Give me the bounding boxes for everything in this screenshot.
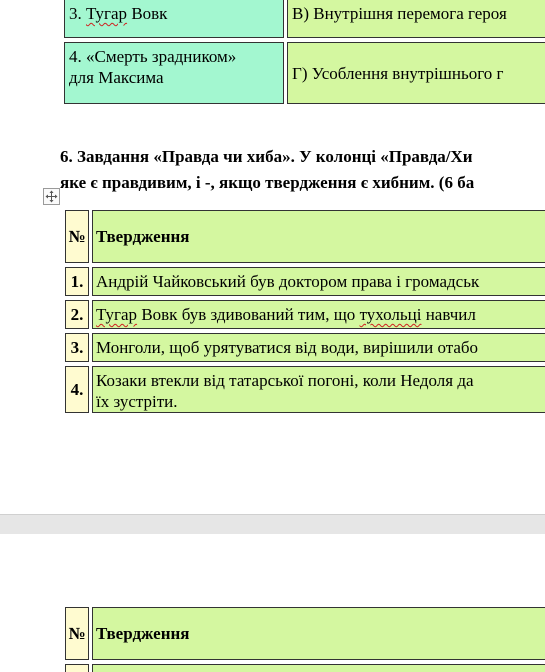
row-number-cell-partial — [65, 664, 89, 672]
row-number-3: 3. — [65, 333, 89, 362]
task-6-heading-line-1: 6. Завдання «Правда чи хиба». У колонці … — [60, 147, 473, 166]
row-number-4: 4. — [65, 366, 89, 413]
statement-text-4: Козаки втекли від татарської погоні, кол… — [92, 366, 545, 413]
statement-text-3: Монголи, щоб урятуватися від води, виріш… — [92, 333, 545, 362]
statement-text-2: Тугар Вовк був здивований тим, що тухоль… — [92, 300, 545, 329]
spelling-flag: Тугар — [96, 305, 138, 324]
statement-cell-partial — [92, 664, 545, 672]
matching-right-cell-g: Г) Усоблення внутрішнього г — [287, 42, 545, 104]
matching-right-cell-v: В) Внутрішня перемога героя — [287, 0, 545, 38]
table-move-handle-icon[interactable] — [43, 188, 60, 205]
statement-text-1: Андрій Чайковський був доктором права і … — [92, 267, 545, 296]
matching-left-cell-4: 4. «Смерть зрадником» для Максима — [64, 42, 284, 104]
header-number-cell: № — [65, 607, 89, 660]
row-number-1: 1. — [65, 267, 89, 296]
spelling-flag: тухольці — [359, 305, 422, 324]
header-number-cell: № — [65, 210, 89, 263]
row-number-2: 2. — [65, 300, 89, 329]
header-statement-cell: Твердження — [92, 607, 545, 660]
task-6-heading-line-2: яке є правдивим, і -, якщо твердження є … — [60, 173, 475, 192]
document-page-2: № Твердження — [0, 534, 545, 672]
spelling-flag: Тугар — [86, 4, 128, 23]
page-break — [0, 514, 545, 536]
header-statement-cell: Твердження — [92, 210, 545, 263]
document-page-1: 3. Тугар Вовк В) Внутрішня перемога геро… — [0, 0, 545, 514]
matching-left-cell-3: 3. Тугар Вовк — [64, 0, 284, 38]
